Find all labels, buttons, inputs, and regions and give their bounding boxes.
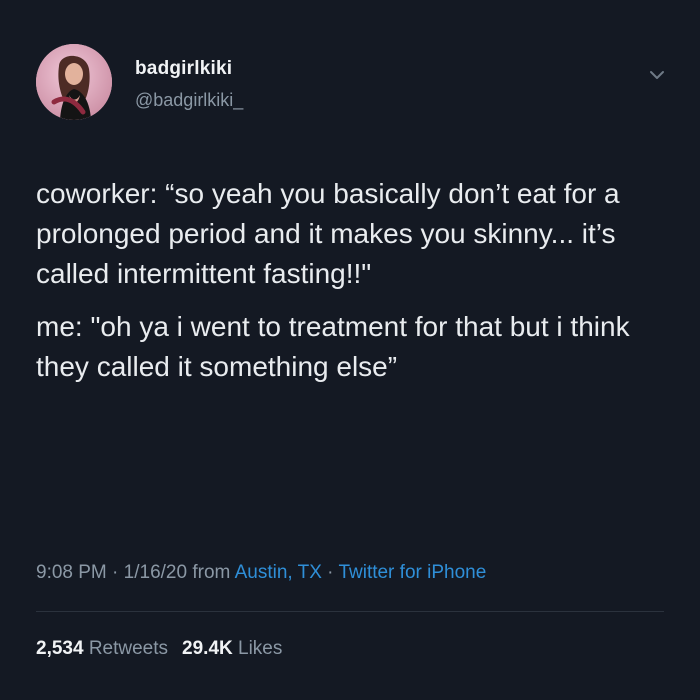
divider [36, 611, 664, 612]
tweet-text: coworker: “so yeah you basically don’t e… [36, 174, 666, 387]
tweet-date[interactable]: 1/16/20 [124, 562, 187, 583]
avatar[interactable] [36, 44, 112, 120]
tweet-meta: 9:08 PM · 1/16/20 from Austin, TX · Twit… [36, 562, 486, 584]
likes-count[interactable]: 29.4K [182, 638, 233, 659]
location-link[interactable]: Austin, TX [235, 562, 322, 583]
retweets-count[interactable]: 2,534 [36, 638, 84, 659]
tweet-paragraph-2: me: "oh ya i went to treatment for that … [36, 311, 630, 382]
chevron-down-icon[interactable] [646, 64, 668, 86]
user-handle[interactable]: @badgirlkiki_ [135, 90, 243, 111]
tweet-stats: 2,534 Retweets 29.4K Likes [36, 638, 282, 660]
retweets-label[interactable]: Retweets [89, 638, 168, 659]
avatar-image [36, 44, 112, 120]
meta-separator: · [106, 562, 124, 583]
from-label: from [187, 562, 235, 583]
tweet-time[interactable]: 9:08 PM [36, 562, 107, 583]
source-link[interactable]: Twitter for iPhone [338, 562, 486, 583]
tweet-card: badgirlkiki @badgirlkiki_ coworker: “so … [0, 0, 700, 700]
likes-label[interactable]: Likes [238, 638, 282, 659]
tweet-paragraph-1: coworker: “so yeah you basically don’t e… [36, 178, 620, 289]
meta-separator: · [321, 562, 339, 583]
display-name[interactable]: badgirlkiki [135, 58, 232, 80]
